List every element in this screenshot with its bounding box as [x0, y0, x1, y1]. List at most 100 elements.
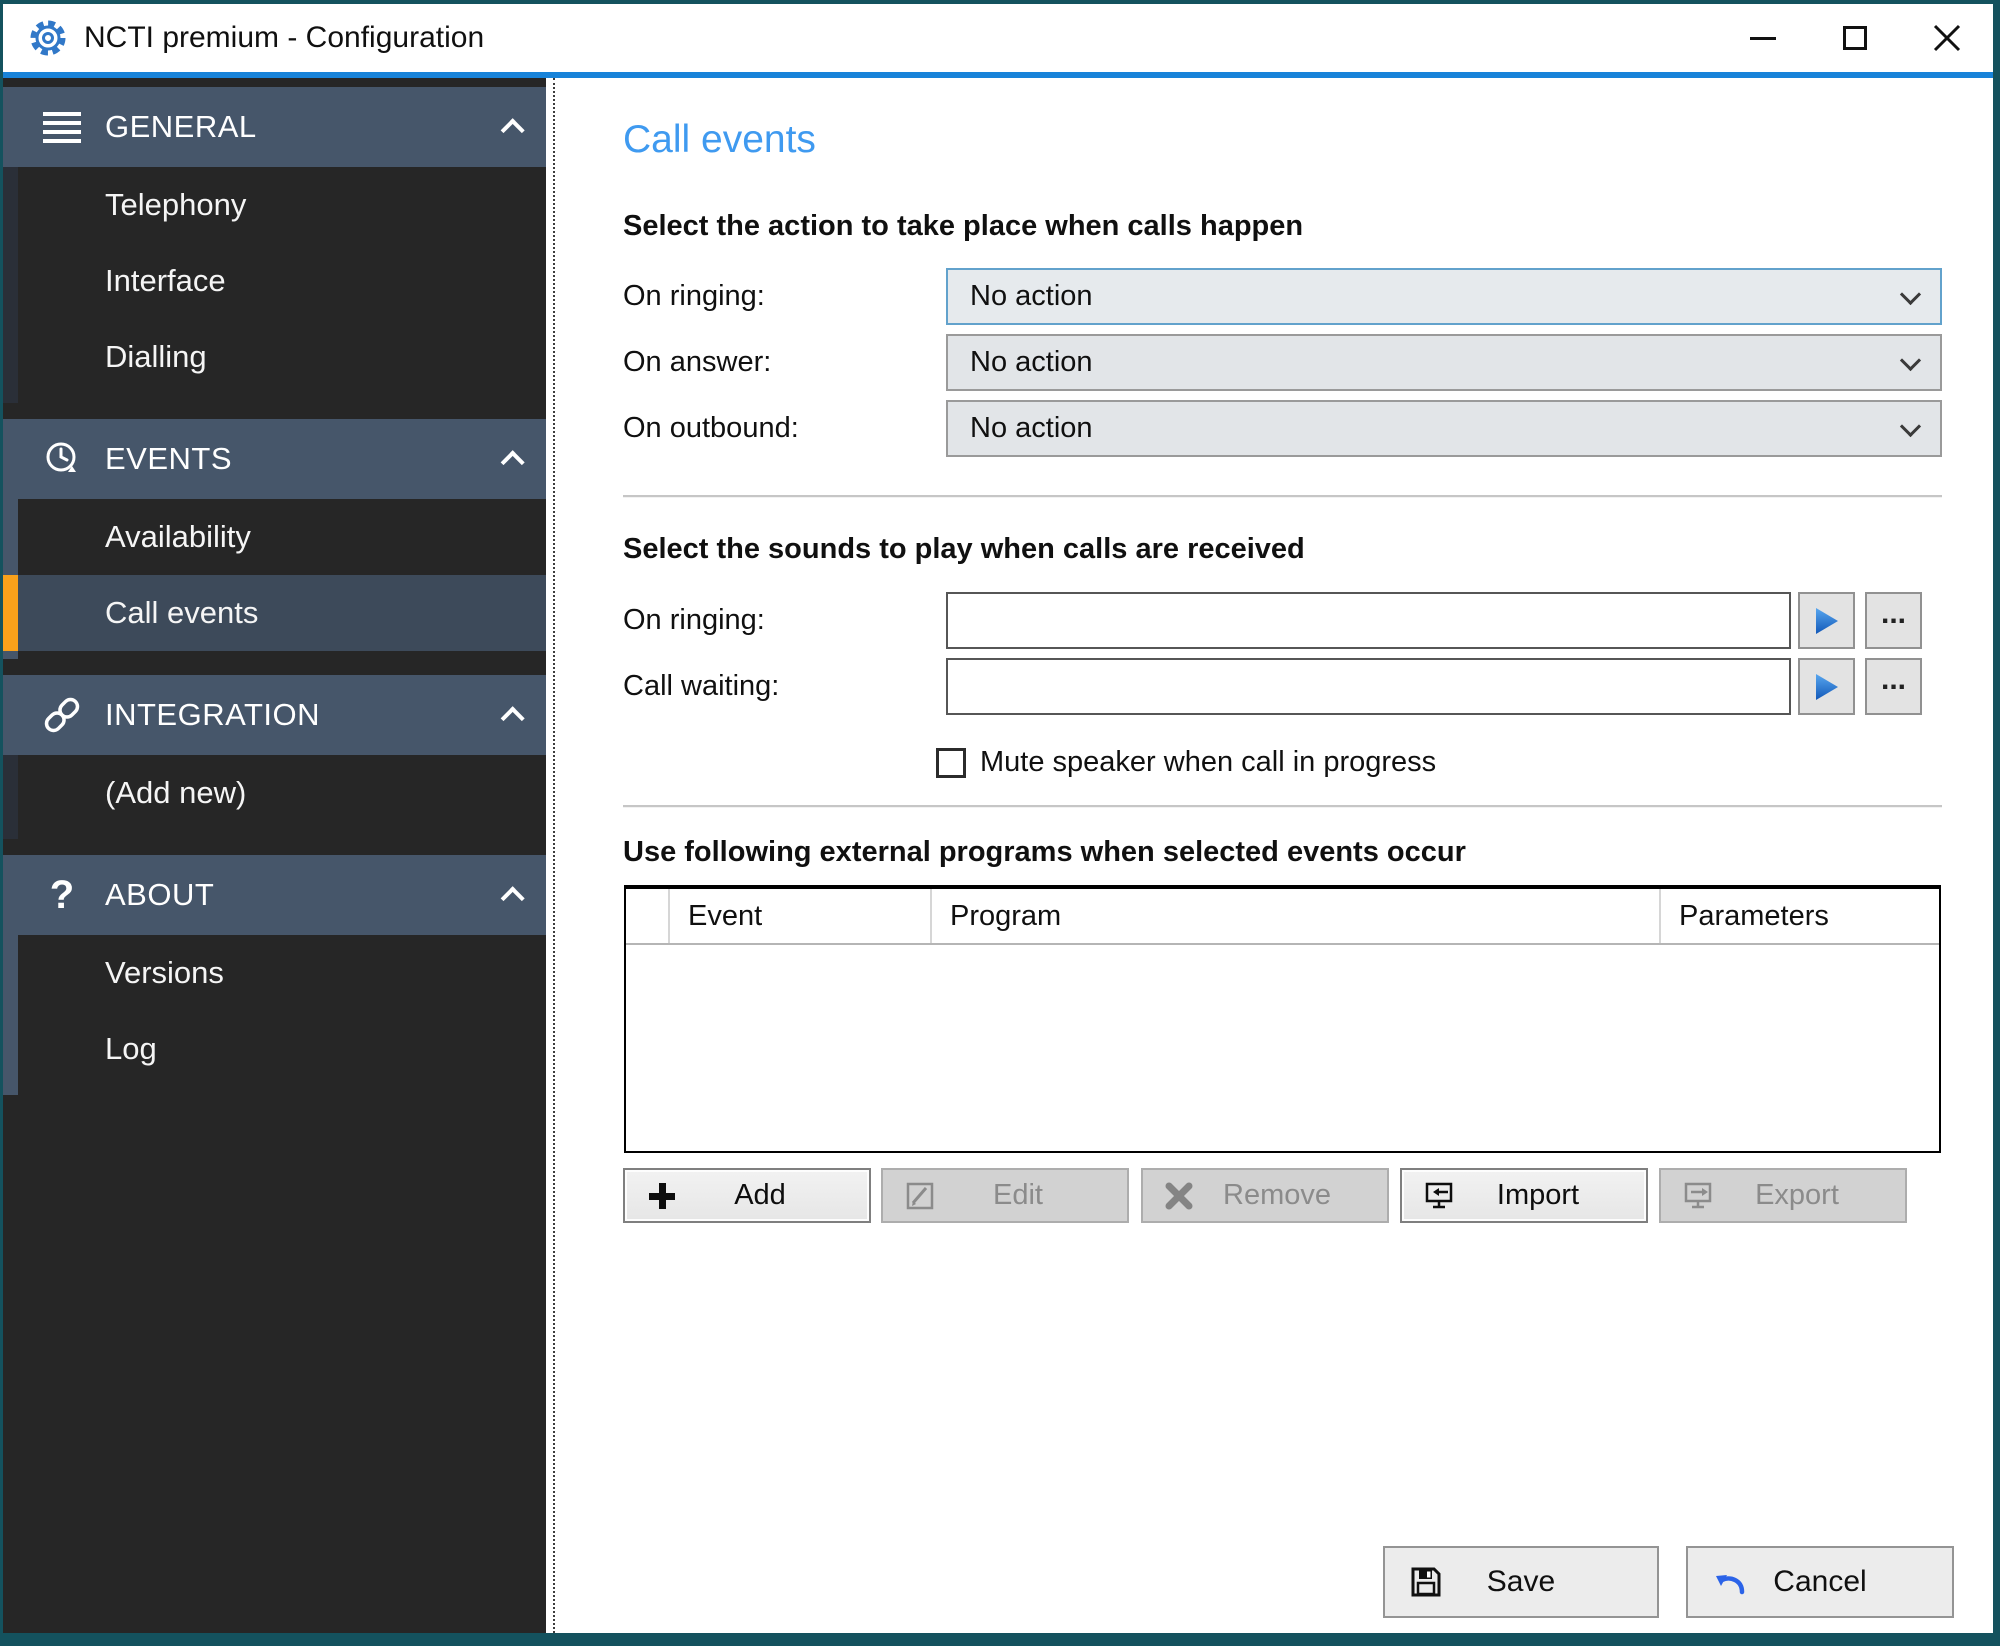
play-ringing-sound-button[interactable]	[1798, 592, 1855, 649]
edit-button[interactable]: Edit	[881, 1168, 1129, 1223]
button-label: Export	[1715, 1179, 1905, 1212]
history-icon	[39, 439, 85, 479]
item-label: Telephony	[105, 187, 246, 223]
export-icon	[1683, 1181, 1715, 1211]
save-button[interactable]: Save	[1383, 1546, 1659, 1618]
item-label: (Add new)	[105, 775, 246, 811]
call-waiting-sound-label: Call waiting:	[623, 658, 779, 715]
column-header-event: Event	[670, 889, 932, 943]
window-controls	[1717, 4, 1993, 72]
programs-heading: Use following external programs when sel…	[623, 836, 1466, 869]
sidebar-section-general[interactable]: GENERAL	[3, 87, 546, 167]
section-label: ABOUT	[105, 877, 214, 913]
button-label: Add	[677, 1179, 869, 1212]
sidebar-section-general-items: Telephony Interface Dialling	[3, 167, 546, 403]
remove-button[interactable]: Remove	[1141, 1168, 1389, 1223]
selected-value: No action	[970, 412, 1093, 445]
hamburger-icon	[39, 110, 85, 144]
call-waiting-sound-input[interactable]	[946, 658, 1791, 715]
selected-value: No action	[970, 346, 1093, 379]
pencil-icon	[905, 1181, 935, 1211]
import-button[interactable]: Import	[1400, 1168, 1648, 1223]
sidebar-section-about-items: Versions Log	[3, 935, 546, 1095]
on-ringing-action-label: On ringing:	[623, 268, 765, 325]
sidebar-splitter[interactable]	[546, 78, 563, 1633]
section-divider	[623, 495, 1942, 498]
programs-table[interactable]: Event Program Parameters	[624, 885, 1941, 1153]
selected-indicator	[3, 575, 18, 651]
sidebar-section-events-items: Availability Call events	[3, 499, 546, 659]
sidebar-section-integration[interactable]: INTEGRATION	[3, 675, 546, 755]
item-label: Versions	[105, 955, 224, 991]
on-ringing-action-select[interactable]: No action	[946, 268, 1942, 325]
close-button[interactable]	[1901, 4, 1993, 72]
play-icon	[1814, 672, 1840, 702]
export-button[interactable]: Export	[1659, 1168, 1907, 1223]
link-icon	[39, 693, 85, 737]
item-label: Dialling	[105, 339, 207, 375]
section-label: EVENTS	[105, 441, 232, 477]
browse-waiting-sound-button[interactable]: ...	[1865, 658, 1922, 715]
titlebar: NCTI premium - Configuration	[3, 4, 1993, 72]
sidebar-item-log[interactable]: Log	[18, 1011, 546, 1087]
app-window: NCTI premium - Configuration	[0, 0, 2000, 1646]
x-icon	[1165, 1182, 1193, 1210]
plus-icon	[647, 1181, 677, 1211]
ellipsis-icon: ...	[1881, 609, 1906, 619]
sidebar-item-interface[interactable]: Interface	[18, 243, 546, 319]
splitter-dotted-line	[553, 78, 555, 1633]
on-ringing-sound-input[interactable]	[946, 592, 1791, 649]
mute-speaker-label: Mute speaker when call in progress	[980, 740, 1436, 784]
button-label: Edit	[935, 1179, 1127, 1212]
chevron-up-icon	[501, 886, 525, 910]
cancel-button[interactable]: Cancel	[1686, 1546, 1954, 1618]
on-outbound-action-label: On outbound:	[623, 400, 799, 457]
chevron-up-icon	[501, 118, 525, 142]
programs-table-header: Event Program Parameters	[626, 889, 1939, 945]
app-body: GENERAL Telephony Interface Dialling	[3, 78, 1993, 1633]
sidebar-section-about[interactable]: ? ABOUT	[3, 855, 546, 935]
sidebar-section-events[interactable]: EVENTS	[3, 419, 546, 499]
chevron-down-icon	[1900, 284, 1921, 305]
sidebar-item-add-new[interactable]: (Add new)	[18, 755, 546, 831]
chevron-down-icon	[1900, 350, 1921, 371]
window-title: NCTI premium - Configuration	[84, 21, 484, 55]
minimize-icon	[1750, 37, 1776, 40]
browse-ringing-sound-button[interactable]: ...	[1865, 592, 1922, 649]
save-icon	[1409, 1565, 1443, 1599]
sidebar-item-availability[interactable]: Availability	[18, 499, 546, 575]
add-button[interactable]: Add	[623, 1168, 871, 1223]
minimize-button[interactable]	[1717, 4, 1809, 72]
mute-speaker-checkbox[interactable]	[936, 748, 966, 778]
programs-table-body[interactable]	[626, 945, 1939, 1149]
selected-value: No action	[970, 280, 1093, 313]
undo-arrow-icon	[1712, 1566, 1748, 1598]
sidebar-item-telephony[interactable]: Telephony	[18, 167, 546, 243]
play-waiting-sound-button[interactable]	[1798, 658, 1855, 715]
chevron-up-icon	[501, 706, 525, 730]
item-label: Availability	[105, 519, 251, 555]
sidebar-item-call-events[interactable]: Call events	[18, 575, 546, 651]
ellipsis-icon: ...	[1881, 675, 1906, 685]
button-label: Import	[1456, 1179, 1646, 1212]
on-answer-action-label: On answer:	[623, 334, 771, 391]
sounds-heading: Select the sounds to play when calls are…	[623, 533, 1305, 566]
maximize-button[interactable]	[1809, 4, 1901, 72]
question-icon: ?	[39, 875, 85, 915]
on-outbound-action-select[interactable]: No action	[946, 400, 1942, 457]
close-icon	[1932, 23, 1962, 53]
on-ringing-sound-label: On ringing:	[623, 592, 765, 649]
sidebar-item-dialling[interactable]: Dialling	[18, 319, 546, 395]
sidebar-item-versions[interactable]: Versions	[18, 935, 546, 1011]
button-label: Remove	[1193, 1179, 1387, 1212]
section-divider	[623, 805, 1942, 808]
play-icon	[1814, 606, 1840, 636]
chevron-down-icon	[1900, 416, 1921, 437]
section-label: INTEGRATION	[105, 697, 320, 733]
content-panel: Call events Select the action to take pl…	[563, 78, 1993, 1633]
sidebar-section-integration-items: (Add new)	[3, 755, 546, 839]
item-label: Interface	[105, 263, 226, 299]
sidebar: GENERAL Telephony Interface Dialling	[3, 78, 546, 1633]
on-answer-action-select[interactable]: No action	[946, 334, 1942, 391]
item-label: Log	[105, 1031, 157, 1067]
